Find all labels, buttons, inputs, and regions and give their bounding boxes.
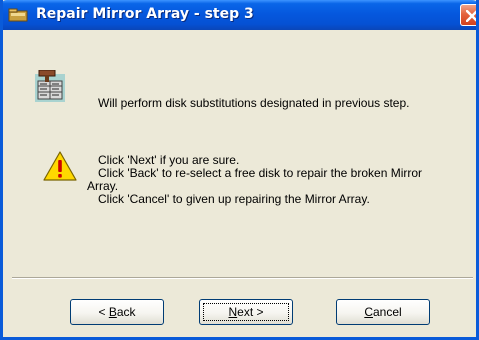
- cancel-button[interactable]: Cancel: [336, 299, 430, 325]
- warning-line-cancel: Click 'Cancel' to given up repairing the…: [98, 192, 370, 206]
- back-button-mnemonic: B: [108, 305, 117, 319]
- close-icon: [466, 10, 476, 22]
- next-button-label: ext >: [237, 305, 264, 319]
- repair-mirror-array-dialog: Repair Mirror Array - step 3 Will perfor…: [0, 0, 479, 340]
- back-button[interactable]: < Back: [70, 299, 164, 325]
- next-button[interactable]: Next >: [199, 299, 293, 325]
- info-message: Will perform disk substitutions designat…: [98, 96, 410, 110]
- title-bar[interactable]: Repair Mirror Array - step 3: [3, 0, 476, 30]
- back-button-prefix: <: [98, 305, 109, 319]
- disk-array-icon: [35, 70, 65, 102]
- warning-icon: [43, 151, 77, 181]
- button-separator: [12, 277, 473, 279]
- cancel-button-mnemonic: C: [364, 305, 373, 319]
- disk-array-icon: [8, 8, 28, 22]
- cancel-button-label: ancel: [372, 305, 402, 319]
- close-button[interactable]: [460, 4, 476, 26]
- window-title: Repair Mirror Array - step 3: [36, 6, 254, 22]
- back-button-label: ack: [116, 305, 136, 319]
- next-button-mnemonic: N: [228, 305, 238, 319]
- warning-line-back: Click 'Back' to re-select a free disk to…: [98, 166, 423, 180]
